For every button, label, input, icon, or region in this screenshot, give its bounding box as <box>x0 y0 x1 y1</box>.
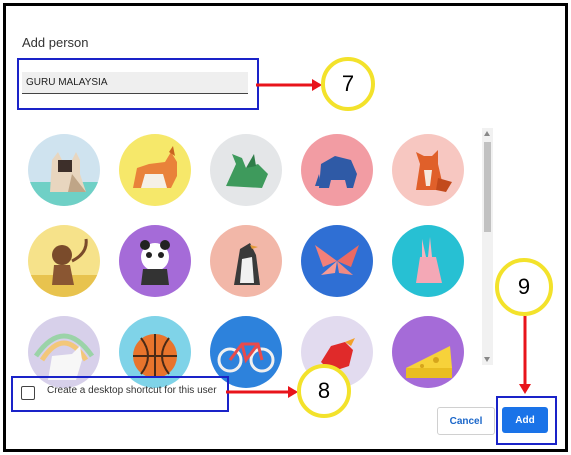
arrow-head-9 <box>519 384 531 394</box>
callout-7: 7 <box>321 57 375 111</box>
callout-9: 9 <box>495 258 553 316</box>
annotation-arrows <box>226 79 531 398</box>
callout-8: 8 <box>297 364 351 418</box>
